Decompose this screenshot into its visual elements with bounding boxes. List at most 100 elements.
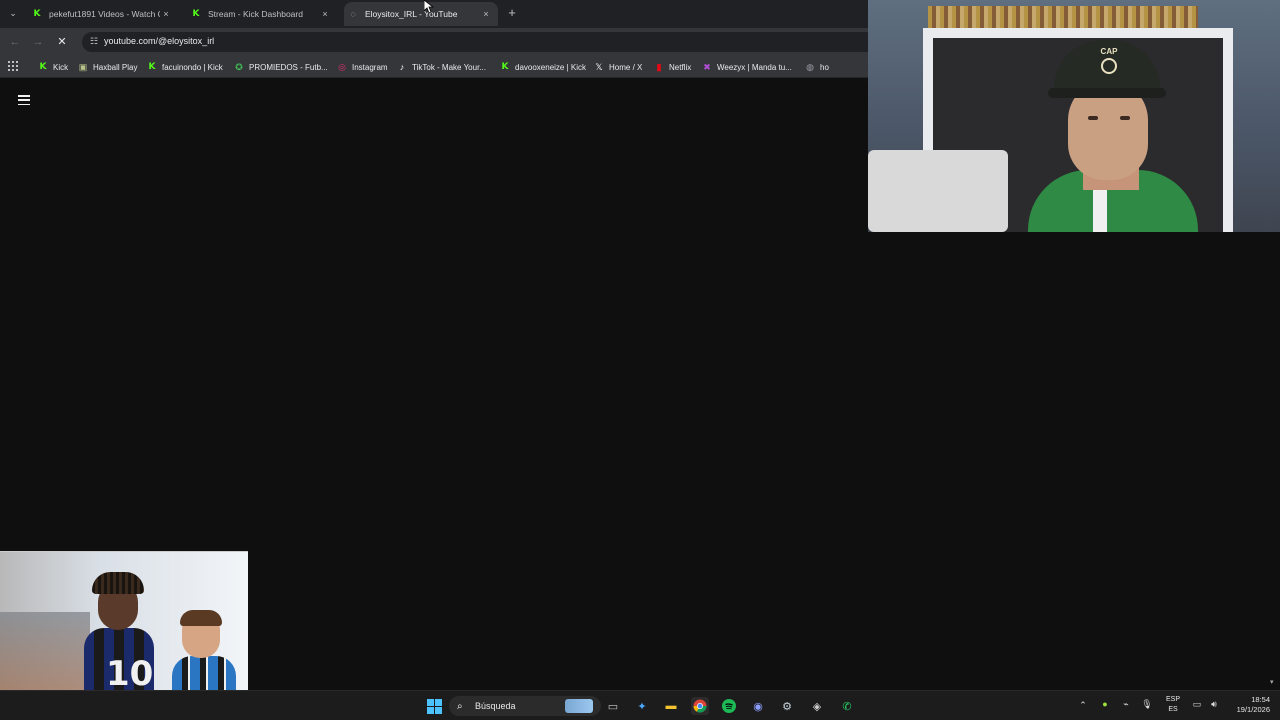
bookmark-haxball[interactable]: ▣ Haxball Play <box>78 60 138 74</box>
webcam-cap-brim <box>1048 88 1166 98</box>
bookmark-label: Instagram <box>352 62 388 72</box>
keyboard-layout: ES <box>1168 706 1178 713</box>
tiktok-icon: ♪ <box>399 62 405 72</box>
address-bar[interactable]: ☷ youtube.com/@eloysitox_irl <box>82 32 868 52</box>
tray-app-icon[interactable]: ● <box>1098 699 1112 709</box>
haxball-icon: ▣ <box>78 61 88 72</box>
search-icon: ⌕ <box>457 700 463 712</box>
bookmark-label: davooxeneize | Kick <box>515 62 587 72</box>
chrome-icon[interactable] <box>691 697 709 715</box>
cap-text: CAP <box>1100 47 1118 56</box>
windows-logo-icon <box>426 698 442 714</box>
back-arrow-icon[interactable]: ← <box>8 35 22 49</box>
bookmark-label: Home / X <box>609 62 643 72</box>
bookmark-davooxeneize[interactable]: K davooxeneize | Kick <box>500 60 587 74</box>
clock-date: 19/1/2026 <box>1236 705 1270 714</box>
show-hidden-icons-chevron-icon[interactable]: ⌃ <box>1077 700 1089 711</box>
app-icon[interactable]: ◈ <box>808 697 826 715</box>
tab-title: pekefut1891 Videos - Watch Cli <box>49 9 160 19</box>
new-tab-button[interactable]: + <box>505 5 519 21</box>
clock-time: 18:54 <box>1251 695 1270 704</box>
close-icon[interactable]: × <box>480 9 492 19</box>
kick-icon: K <box>33 9 41 19</box>
tab-pekefut-videos[interactable]: K pekefut1891 Videos - Watch Cli × <box>28 2 178 26</box>
close-icon[interactable]: × <box>160 9 172 19</box>
cap-badge-icon <box>1101 58 1117 74</box>
bookmark-label: Haxball Play <box>93 62 138 72</box>
discord-icon[interactable]: ◉ <box>749 697 767 715</box>
bookmark-label: Netflix <box>669 62 692 72</box>
bookmark-x-home[interactable]: 𝕏 Home / X <box>594 60 642 74</box>
file-explorer-icon[interactable]: ▬ <box>662 697 680 715</box>
instagram-icon: ◎ <box>338 61 346 72</box>
webcam-feed: CAP <box>868 0 1280 232</box>
whatsapp-icon[interactable]: ✆ <box>838 697 856 715</box>
bookmark-tiktok[interactable]: ♪ TikTok - Make Your... <box>397 60 486 74</box>
bookmark-label: PROMIEDOS - Futb... <box>249 62 328 72</box>
url-text[interactable]: youtube.com/@eloysitox_irl <box>104 36 214 46</box>
tab-search-chevron-icon[interactable]: ⌄ <box>6 6 20 20</box>
bookmark-ho[interactable]: ◍ ho <box>805 60 829 74</box>
globe-icon: ◍ <box>806 61 814 72</box>
webcam-bed <box>868 150 1008 232</box>
site-info-icon[interactable]: ☷ <box>88 36 100 48</box>
bookmarks-bar: K Kick ▣ Haxball Play K facuinondo | Kic… <box>0 56 868 78</box>
display-icon[interactable]: ▭ <box>1190 699 1204 710</box>
kick-icon: K <box>148 62 156 72</box>
close-icon[interactable]: × <box>319 9 331 19</box>
webcam-jersey-stripe <box>1093 185 1107 232</box>
stop-loading-icon[interactable]: ✕ <box>55 35 69 49</box>
mouse-cursor-icon <box>423 0 435 14</box>
bookmark-label: ho <box>820 62 829 72</box>
bookmark-instagram[interactable]: ◎ Instagram <box>337 60 388 74</box>
webcam-eye <box>1088 116 1098 120</box>
bookmark-kick[interactable]: K Kick <box>38 60 69 74</box>
volume-icon[interactable]: 🔊︎ <box>1207 699 1221 710</box>
kick-icon: K <box>39 62 47 72</box>
language-indicator[interactable]: ESP ES <box>1164 695 1182 715</box>
browser-toolbar: ← → ✕ ☷ youtube.com/@eloysitox_irl <box>0 28 868 56</box>
x-icon: 𝕏 <box>595 61 603 72</box>
spotify-icon[interactable] <box>720 697 738 715</box>
weezyx-icon: ✖ <box>703 61 711 72</box>
bookmark-facuinondo[interactable]: K facuinondo | Kick <box>147 60 223 74</box>
search-label: Búsqueda <box>475 701 516 711</box>
copilot-icon[interactable]: ✦ <box>633 697 651 715</box>
tab-title: Stream - Kick Dashboard <box>208 9 303 19</box>
tab-youtube-eloysitox[interactable]: ◌ Eloysitox_IRL - YouTube × <box>344 2 498 26</box>
bookmark-label: Kick <box>53 62 69 72</box>
loading-icon: ◌ <box>350 9 356 19</box>
kick-icon: K <box>192 9 200 19</box>
menu-hamburger-icon[interactable] <box>18 95 30 105</box>
start-button[interactable] <box>425 697 443 715</box>
promiedos-icon: ✪ <box>235 61 243 72</box>
bookmark-label: TikTok - Make Your... <box>412 62 486 72</box>
tab-title: Eloysitox_IRL - YouTube <box>365 9 458 19</box>
forward-arrow-icon[interactable]: → <box>31 35 45 49</box>
scroll-down-arrow-icon[interactable]: ▾ <box>1270 678 1278 686</box>
bookmark-label: Weezyx | Manda tu... <box>717 62 792 72</box>
search-highlight-image <box>565 699 593 713</box>
cap-logo: CAP <box>1094 46 1124 76</box>
microphone-icon[interactable]: 🎙︎ <box>1140 699 1154 710</box>
network-icon[interactable]: ⌁ <box>1119 699 1133 710</box>
task-view-icon[interactable]: ▭ <box>604 697 622 715</box>
netflix-icon: ▮ <box>656 61 662 72</box>
overlay-jersey-number: 10 <box>106 654 154 694</box>
bookmark-label: facuinondo | Kick <box>162 62 223 72</box>
apps-grid-icon[interactable] <box>8 61 18 71</box>
bookmark-netflix[interactable]: ▮ Netflix <box>654 60 692 74</box>
taskbar-search[interactable]: ⌕ Búsqueda <box>449 696 601 716</box>
bookmark-weezyx[interactable]: ✖ Weezyx | Manda tu... <box>702 60 792 74</box>
steam-icon[interactable]: ⚙ <box>778 697 796 715</box>
webcam-garland <box>928 6 1198 28</box>
overlay-player-hair <box>180 610 222 626</box>
bookmark-promiedos[interactable]: ✪ PROMIEDOS - Futb... <box>234 60 328 74</box>
windows-taskbar: ⌕ Búsqueda ▭ ✦ ▬ ◉ ⚙ ◈ ✆ ⌃ ● ⌁ 🎙︎ ESP ES… <box>0 690 1280 720</box>
overlay-player-hair <box>92 572 144 594</box>
tab-bar: ⌄ K pekefut1891 Videos - Watch Cli × K S… <box>0 0 868 28</box>
tab-kick-dashboard[interactable]: K Stream - Kick Dashboard × <box>187 2 337 26</box>
webcam-eye <box>1120 116 1130 120</box>
language-code: ESP <box>1165 696 1180 703</box>
system-clock[interactable]: 18:54 19/1/2026 <box>1226 695 1270 715</box>
